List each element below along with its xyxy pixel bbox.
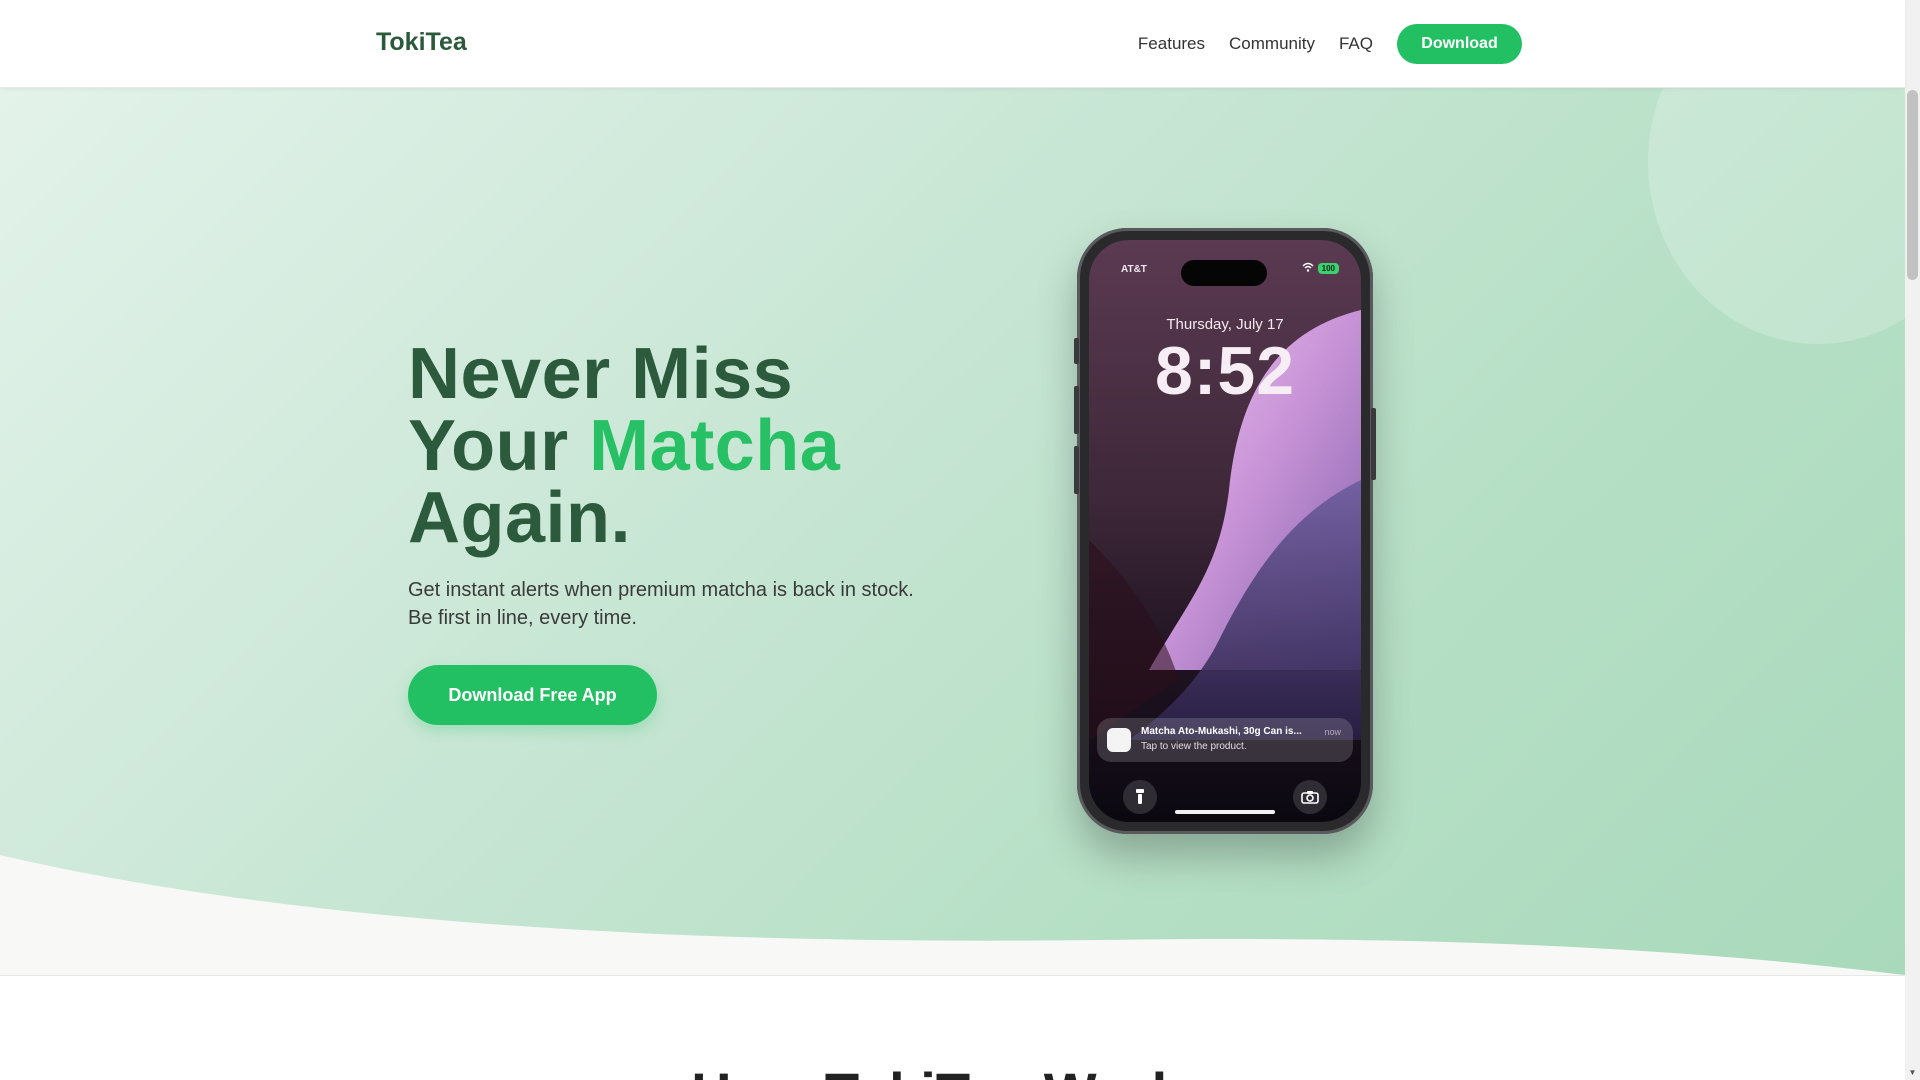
notification-time: now bbox=[1324, 727, 1341, 737]
headline-accent-word: Matcha bbox=[589, 406, 841, 486]
subtext-line-1: Get instant alerts when premium matcha i… bbox=[408, 579, 914, 601]
camera-icon[interactable] bbox=[1293, 780, 1327, 814]
nav-download-button[interactable]: Download bbox=[1397, 24, 1522, 64]
subtext-line-2: Be first in line, every time. bbox=[408, 607, 637, 629]
app-icon bbox=[1107, 728, 1131, 752]
headline-line-2-prefix: Your bbox=[408, 406, 590, 486]
scroll-down-arrow-icon[interactable]: ▼ bbox=[1905, 1065, 1920, 1080]
phone-screen: AT&T 100 Thursday, July 17 8:52 Matcha A… bbox=[1089, 240, 1361, 822]
phone-volume-down bbox=[1074, 446, 1079, 494]
top-navbar: TokiTea Features Community FAQ Download bbox=[0, 0, 1905, 88]
headline-line-3: Again. bbox=[408, 478, 632, 558]
dynamic-island bbox=[1181, 260, 1267, 286]
nav-link-community[interactable]: Community bbox=[1229, 34, 1315, 54]
flashlight-icon[interactable] bbox=[1123, 780, 1157, 814]
scrollbar-thumb[interactable] bbox=[1907, 90, 1918, 280]
page-scrollbar[interactable]: ▼ bbox=[1905, 0, 1920, 1080]
nav-link-features[interactable]: Features bbox=[1138, 34, 1205, 54]
phone-mockup: AT&T 100 Thursday, July 17 8:52 Matcha A… bbox=[1074, 228, 1376, 834]
section-title: How TokiTea Works bbox=[0, 1060, 1905, 1080]
lockscreen-date: Thursday, July 17 bbox=[1166, 316, 1284, 333]
battery-indicator: 100 bbox=[1317, 263, 1339, 274]
phone-power-button bbox=[1371, 408, 1376, 480]
headline-line-1: Never Miss bbox=[408, 334, 794, 414]
notification-title: Matcha Ato-Mukashi, 30g Can is... bbox=[1141, 726, 1302, 737]
hero-section: Never Miss Your Matcha Again. Get instan… bbox=[0, 88, 1905, 975]
carrier-label: AT&T bbox=[1121, 264, 1147, 275]
download-free-app-button[interactable]: Download Free App bbox=[408, 665, 657, 725]
hero-subtext: Get instant alerts when premium matcha i… bbox=[408, 576, 948, 632]
notification-body: Tap to view the product. bbox=[1141, 741, 1247, 752]
status-bar-right: 100 bbox=[1302, 262, 1339, 275]
home-indicator bbox=[1175, 810, 1275, 814]
wifi-icon bbox=[1302, 262, 1314, 275]
hero-decor-circle bbox=[1648, 88, 1905, 344]
phone-volume-up bbox=[1074, 386, 1079, 434]
hero-headline: Never Miss Your Matcha Again. bbox=[408, 338, 840, 554]
stock-notification[interactable]: Matcha Ato-Mukashi, 30g Can is... Tap to… bbox=[1097, 718, 1353, 762]
phone-action-button bbox=[1074, 338, 1079, 364]
hero-wave-divider bbox=[0, 855, 1905, 975]
lockscreen-time: 8:52 bbox=[1154, 333, 1296, 409]
logo[interactable]: TokiTea bbox=[376, 28, 467, 57]
nav-link-faq[interactable]: FAQ bbox=[1339, 34, 1373, 54]
nav-links: Features Community FAQ Download bbox=[1138, 24, 1522, 64]
section-divider bbox=[0, 975, 1905, 976]
